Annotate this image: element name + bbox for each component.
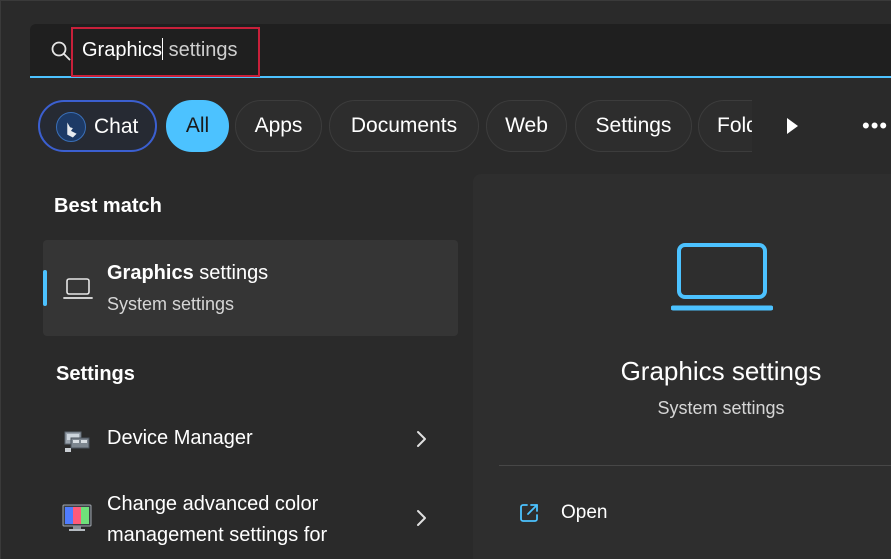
- open-external-icon: [520, 504, 538, 522]
- search-typed-text: Graphics: [82, 39, 163, 61]
- selection-indicator: [43, 270, 47, 306]
- device-manager-icon: [64, 431, 90, 452]
- result-detail-panel: Graphics settings System settings Open: [473, 174, 891, 559]
- chip-label: Chat: [94, 115, 139, 138]
- open-action-label: Open: [561, 502, 608, 523]
- best-match-title-bold: Graphics: [107, 262, 194, 284]
- settings-heading: Settings: [56, 363, 135, 385]
- color-management-icon: [62, 504, 92, 531]
- chip-label: Settings: [595, 114, 672, 137]
- settings-item-device-manager[interactable]: Device Manager: [43, 420, 458, 460]
- divider: [499, 465, 891, 466]
- chip-settings[interactable]: Settings: [575, 100, 692, 152]
- chevron-right-icon: [417, 431, 426, 447]
- chip-documents[interactable]: Documents: [329, 100, 479, 152]
- bing-icon: [56, 112, 86, 142]
- best-match-title: Graphics settings: [107, 262, 268, 285]
- best-match-title-rest: settings: [193, 262, 269, 284]
- search-input[interactable]: Graphics settings: [82, 38, 238, 62]
- detail-title: Graphics settings: [620, 356, 822, 386]
- chip-apps[interactable]: Apps: [235, 100, 322, 152]
- chevron-right-icon: [417, 510, 426, 526]
- best-match-subtitle: System settings: [107, 294, 235, 314]
- settings-item-label: Device Manager: [107, 427, 253, 449]
- settings-item-label-line2: management settings for: [107, 524, 328, 546]
- chip-label: All: [185, 114, 210, 137]
- chip-label: Web: [505, 114, 548, 137]
- detail-subtitle: System settings: [657, 398, 785, 418]
- chip-all[interactable]: All: [166, 100, 229, 152]
- chip-label: Apps: [254, 114, 303, 137]
- laptop-icon: [671, 243, 773, 311]
- search-icon: [51, 41, 71, 61]
- best-match-heading: Best match: [54, 195, 162, 217]
- search-bar[interactable]: Graphics settings: [30, 24, 891, 78]
- best-match-result[interactable]: Graphics settings System settings: [43, 240, 458, 336]
- chip-web[interactable]: Web: [486, 100, 567, 152]
- more-icon[interactable]: •••: [862, 115, 888, 137]
- chip-label: Documents: [350, 114, 458, 137]
- search-suggestion-text: settings: [163, 39, 238, 61]
- play-icon[interactable]: [784, 116, 800, 136]
- chip-label: Folders: [717, 114, 752, 137]
- filter-chips: Chat All Apps Documents Web Settings Fol…: [38, 100, 752, 152]
- laptop-icon: [63, 278, 93, 299]
- settings-item-color-management[interactable]: Change advanced color management setting…: [43, 488, 458, 559]
- chip-chat[interactable]: Chat: [38, 100, 157, 152]
- chip-folders[interactable]: Folders: [698, 100, 752, 152]
- settings-item-label-line1: Change advanced color: [107, 493, 319, 515]
